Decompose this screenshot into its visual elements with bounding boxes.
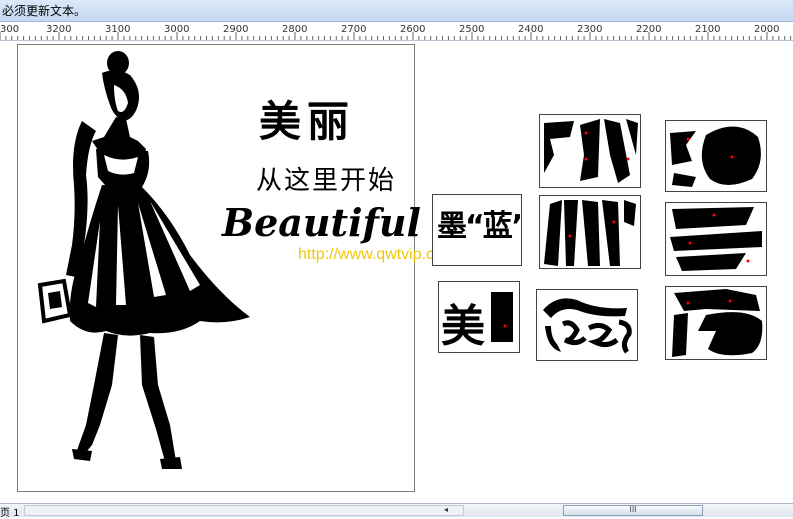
ruler-label: 2000 [754,24,780,35]
cut-piece-4[interactable] [665,202,767,276]
watermark-text: http://www.qwtvip.cn [298,246,443,263]
ruler-label: 2200 [636,24,662,35]
cut-piece-3[interactable] [539,195,641,269]
cut-piece-text[interactable]: 墨“蓝” [432,194,522,266]
ruler-label: 2700 [341,24,367,35]
page-tab[interactable]: 页 1 [0,504,20,519]
ruler-label: 2900 [223,24,249,35]
ruler-label: 2500 [459,24,485,35]
cut-piece-4-shape [670,207,762,271]
horizontal-scroll-thumb[interactable]: III [563,505,703,516]
message-text: 必须更新文本。 [2,4,87,18]
cut-piece-2[interactable] [665,120,767,192]
headline-text[interactable]: 美丽 [259,88,355,149]
cut-piece-mei[interactable]: 美 [438,281,520,353]
ruler-label: 3100 [105,24,131,35]
ruler-label: 2100 [695,24,721,35]
ruler-label: 2800 [282,24,308,35]
ruler-label: 2300 [577,24,603,35]
ruler-label: 3200 [46,24,72,35]
ruler-label: 300 [0,24,20,35]
page-navigator-track[interactable] [24,505,464,516]
ruler-label: 3000 [164,24,190,35]
cut-piece-6-shape [672,289,763,357]
woman-silhouette-illustration[interactable] [30,45,260,475]
subline-text[interactable]: 从这里开始 [256,160,396,197]
ruler-label: 2600 [400,24,426,35]
cut-piece-5-shape [543,298,632,354]
cut-piece-text-label: 墨“蓝” [437,209,522,244]
cut-piece-1[interactable] [539,114,641,188]
cut-piece-mei-shape [491,292,513,342]
cut-piece-2-shape [670,126,761,187]
message-bar: 必须更新文本。 [0,0,793,22]
cut-piece-1-shape [544,119,638,183]
cut-piece-3-shape [544,200,636,266]
cut-piece-6[interactable] [665,286,767,360]
scroll-left-arrow-icon[interactable]: ◂ [440,505,452,514]
ruler-label: 2400 [518,24,544,35]
script-text[interactable]: Beautiful [222,200,421,245]
horizontal-ruler[interactable]: 300 3200 3100 3000 2900 2800 2700 2600 2… [0,22,793,41]
cut-piece-5[interactable] [536,289,638,361]
